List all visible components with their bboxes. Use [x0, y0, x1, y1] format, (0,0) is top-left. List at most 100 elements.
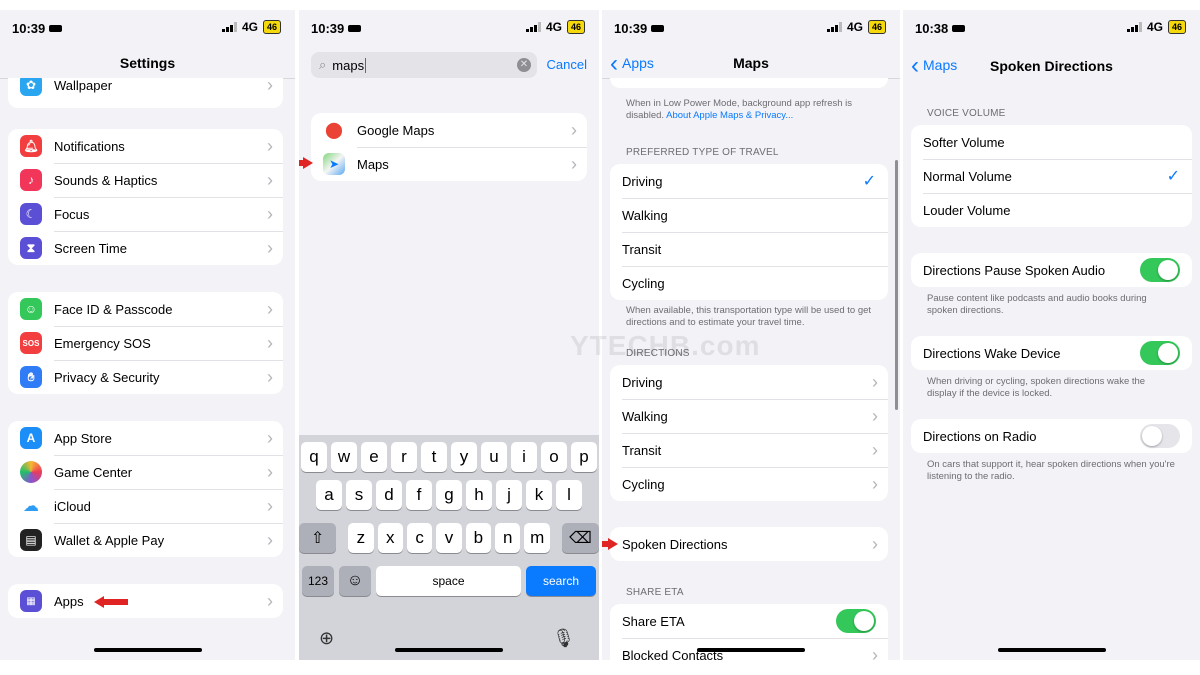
search-key[interactable]: search	[526, 566, 596, 596]
key-f[interactable]: f	[406, 480, 432, 510]
chevron-right-icon: ›	[872, 371, 878, 392]
clear-icon[interactable]: ✕	[517, 58, 531, 72]
option-label: Transit	[622, 442, 662, 458]
shift-key-icon[interactable]: ⇧	[299, 523, 337, 553]
key-i[interactable]: i	[511, 442, 537, 472]
key-c[interactable]: c	[406, 523, 433, 553]
google-maps-icon: ⬤	[323, 119, 345, 141]
pause-audio-item[interactable]: Directions Pause Spoken Audio	[911, 253, 1192, 287]
network-label: 4G	[241, 20, 258, 34]
key-g[interactable]: g	[436, 480, 462, 510]
home-indicator	[395, 648, 503, 652]
voice-volume-header: VOICE VOLUME	[927, 108, 1006, 119]
key-m[interactable]: m	[524, 523, 550, 553]
settings-item-focus[interactable]: ☾ Focus ›	[8, 197, 283, 231]
key-y[interactable]: y	[451, 442, 477, 472]
chevron-right-icon: ›	[267, 495, 273, 516]
emoji-key-icon[interactable]: ☺	[339, 566, 371, 596]
key-n[interactable]: n	[495, 523, 521, 553]
chevron-right-icon: ›	[267, 203, 273, 224]
key-u[interactable]: u	[481, 442, 507, 472]
settings-item-sounds[interactable]: ♪ Sounds & Haptics ›	[8, 163, 283, 197]
settings-item-label: Wallet & Apple Pay	[54, 532, 165, 548]
settings-item-label: Emergency SOS	[54, 335, 151, 351]
search-input[interactable]: ⌕ maps ✕	[311, 52, 537, 78]
directions-walking[interactable]: Walking ›	[610, 399, 888, 433]
share-eta-item[interactable]: Share ETA	[610, 604, 888, 638]
key-j[interactable]: j	[496, 480, 522, 510]
directions-cycling[interactable]: Cycling ›	[610, 467, 888, 501]
search-result-google-maps[interactable]: ⬤ Google Maps ›	[311, 113, 587, 147]
settings-item-app-store[interactable]: A App Store ›	[8, 421, 283, 455]
status-bar: 10:39 4G 46	[0, 18, 295, 38]
space-key[interactable]: space	[376, 566, 521, 596]
volume-normal[interactable]: Normal Volume ✓	[911, 159, 1192, 193]
settings-item-screen-time[interactable]: ⧗ Screen Time ›	[8, 231, 283, 265]
key-k[interactable]: k	[526, 480, 552, 510]
key-l[interactable]: l	[556, 480, 582, 510]
numbers-key[interactable]: 123	[302, 566, 334, 596]
option-label: Softer Volume	[923, 134, 1005, 150]
travel-option-driving[interactable]: Driving ✓	[610, 164, 888, 198]
volume-louder[interactable]: Louder Volume	[911, 193, 1192, 227]
pause-audio-note: Pause content like podcasts and audio bo…	[927, 293, 1147, 316]
key-x[interactable]: x	[377, 523, 403, 553]
chevron-right-icon: ›	[267, 461, 273, 482]
status-time: 10:39	[311, 21, 361, 36]
settings-group-display: ✿ Wallpaper ›	[8, 78, 283, 108]
wake-device-item[interactable]: Directions Wake Device	[911, 336, 1192, 370]
red-arrow-right-icon	[299, 157, 313, 169]
key-p[interactable]: p	[571, 442, 597, 472]
settings-item-icloud[interactable]: ☁ iCloud ›	[8, 489, 283, 523]
page-title: Spoken Directions	[990, 58, 1113, 74]
radio-item[interactable]: Directions on Radio	[911, 419, 1192, 453]
key-b[interactable]: b	[465, 523, 492, 553]
key-h[interactable]: h	[466, 480, 492, 510]
globe-icon[interactable]: ⊕	[319, 628, 334, 649]
key-a[interactable]: a	[316, 480, 342, 510]
key-d[interactable]: d	[376, 480, 402, 510]
settings-item-wallet[interactable]: ▤ Wallet & Apple Pay ›	[8, 523, 283, 557]
key-q[interactable]: q	[301, 442, 327, 472]
watermark: YTECHB.com	[570, 330, 761, 361]
key-e[interactable]: e	[361, 442, 387, 472]
settings-item-emergency-sos[interactable]: SOS Emergency SOS ›	[8, 326, 283, 360]
delete-key-icon[interactable]: ⌫	[561, 523, 599, 553]
wake-device-toggle[interactable]	[1140, 341, 1180, 365]
microphone-icon[interactable]: 🎙︎	[552, 628, 575, 649]
settings-group-security: ☺ Face ID & Passcode › SOS Emergency SOS › ✋…	[8, 292, 283, 394]
hand-icon: ✋︎	[20, 366, 42, 388]
share-eta-toggle[interactable]	[836, 609, 876, 633]
signal-icon	[1126, 22, 1142, 32]
travel-option-walking[interactable]: Walking	[610, 198, 888, 232]
option-label: Transit	[622, 241, 662, 257]
scrollbar[interactable]	[895, 160, 898, 410]
privacy-link[interactable]: About Apple Maps & Privacy...	[666, 110, 793, 121]
keyboard: q w e r t y u i o p a s d f g h j k l ⇧ …	[299, 435, 599, 660]
key-s[interactable]: s	[346, 480, 372, 510]
settings-item-face-id[interactable]: ☺ Face ID & Passcode ›	[8, 292, 283, 326]
key-o[interactable]: o	[541, 442, 567, 472]
radio-toggle[interactable]	[1140, 424, 1180, 448]
travel-option-transit[interactable]: Transit	[610, 232, 888, 266]
key-w[interactable]: w	[331, 442, 357, 472]
settings-item-privacy[interactable]: ✋︎ Privacy & Security ›	[8, 360, 283, 394]
option-label: Directions Wake Device	[923, 345, 1061, 361]
key-z[interactable]: z	[348, 523, 374, 553]
spoken-directions-item[interactable]: Spoken Directions ›	[610, 527, 888, 561]
cancel-button[interactable]: Cancel	[547, 57, 587, 72]
key-t[interactable]: t	[421, 442, 447, 472]
keyboard-row-4: 123 ☺ space search	[299, 566, 599, 596]
key-r[interactable]: r	[391, 442, 417, 472]
search-result-maps[interactable]: ➤ Maps ›	[311, 147, 587, 181]
directions-transit[interactable]: Transit ›	[610, 433, 888, 467]
settings-item-apps[interactable]: ▦ Apps ›	[8, 584, 283, 618]
directions-driving[interactable]: Driving ›	[610, 365, 888, 399]
volume-softer[interactable]: Softer Volume	[911, 125, 1192, 159]
settings-item-wallpaper[interactable]: ✿ Wallpaper ›	[8, 78, 283, 96]
settings-item-game-center[interactable]: Game Center ›	[8, 455, 283, 489]
settings-item-notifications[interactable]: 🔔︎ Notifications ›	[8, 129, 283, 163]
key-v[interactable]: v	[436, 523, 462, 553]
travel-option-cycling[interactable]: Cycling	[610, 266, 888, 300]
pause-audio-toggle[interactable]	[1140, 258, 1180, 282]
